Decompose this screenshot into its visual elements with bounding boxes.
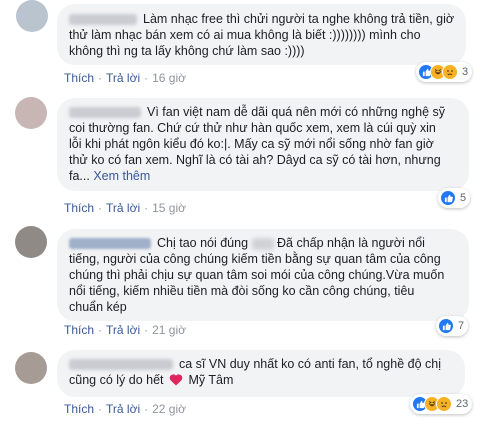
comment-text-line: ca sĩ VN duy nhất ko có anti fan, tổ ngh… — [179, 357, 441, 371]
comment-actions: Thích · Trả lời · 15 giờ — [64, 201, 186, 215]
reply-button[interactable]: Trả lời — [106, 402, 140, 416]
comment-author[interactable] — [69, 14, 137, 26]
comment-bubble: Vì fan việt nam dễ dãi quá nên mới có nh… — [57, 98, 469, 191]
comment-author[interactable] — [69, 238, 151, 250]
reply-button[interactable]: Trả lời — [106, 71, 140, 85]
reaction-summary[interactable]: 7 — [436, 316, 469, 336]
like-icon — [438, 318, 454, 334]
comment-actions: Thích · Trả lời · 21 giờ — [64, 323, 186, 337]
sad-icon — [436, 396, 452, 412]
comment-text-line: chúng thì phải chịu sự quan tâm soi mói … — [69, 268, 445, 282]
avatar[interactable] — [15, 226, 47, 258]
comment-text-line: chuẩn kép — [69, 300, 127, 314]
like-icon — [440, 190, 456, 206]
comment-text-line: fa... — [69, 169, 90, 183]
like-button[interactable]: Thích — [64, 201, 94, 215]
comment-author[interactable] — [69, 359, 173, 371]
reaction-summary[interactable]: 23 — [410, 394, 473, 414]
reaction-count: 7 — [458, 320, 465, 332]
redacted-word — [251, 237, 274, 250]
like-button[interactable]: Thích — [64, 71, 94, 85]
reaction-count: 23 — [456, 398, 469, 410]
comment-text-line: Chị tao nói đúng — [157, 236, 249, 250]
timestamp[interactable]: 21 giờ — [152, 323, 186, 337]
comment-text-line: coi thường fan. Chứ cứ thử như hàn quốc … — [69, 121, 436, 135]
see-more-link[interactable]: Xem thêm — [93, 169, 150, 183]
comment-author[interactable] — [69, 107, 141, 119]
avatar[interactable] — [15, 97, 47, 129]
comment-bubble: Làm nhạc free thì chửi người ta nghe khô… — [57, 4, 466, 65]
comment-actions: Thích · Trả lời · 22 giờ — [64, 402, 186, 416]
timestamp[interactable]: 16 giờ — [152, 71, 186, 85]
comment-text-line: nổi tiếng, kiếm nhiều tiền mà đòi sống k… — [69, 284, 415, 298]
reaction-summary[interactable]: 3 — [416, 62, 473, 82]
comment-text-line: tiếng, người của công chúng kiếm tiền bằ… — [69, 252, 441, 266]
comment-bubble: ca sĩ VN duy nhất ko có anti fan, tổ ngh… — [57, 350, 465, 397]
heart-icon — [169, 374, 183, 386]
avatar[interactable] — [15, 352, 47, 384]
comment-text-line: Mỹ Tâm — [188, 373, 234, 387]
reaction-count: 3 — [462, 66, 469, 78]
comment-text-line: Vì fan việt nam dễ dãi quá nên mới có nh… — [147, 105, 445, 119]
like-button[interactable]: Thích — [64, 402, 94, 416]
comment-text-line: cũng có lý do hết — [69, 373, 164, 387]
avatar[interactable] — [16, 0, 48, 32]
comment-text-line: thử ko có fan xem. Nghĩ là có tài ah? Dâ… — [69, 153, 441, 167]
reaction-count: 5 — [460, 192, 467, 204]
like-button[interactable]: Thích — [64, 323, 94, 337]
comment-text-line: Làm nhạc free thì chửi người ta nghe khô… — [143, 12, 455, 26]
comment-bubble: Chị tao nói đúng Đã chấp nhận là người n… — [57, 229, 469, 321]
comment-actions: Thích · Trả lời · 16 giờ — [64, 71, 186, 85]
reply-button[interactable]: Trả lời — [106, 201, 140, 215]
timestamp[interactable]: 15 giờ — [152, 201, 186, 215]
comment-text-line: không thì ng ta lấy không chứ làm sao :)… — [69, 44, 305, 58]
reply-button[interactable]: Trả lời — [106, 323, 140, 337]
comment-text-line: thử làm nhạc bán xem có ai mua không là … — [69, 28, 421, 42]
comment-text-line: Đã chấp nhận là người nổi — [277, 236, 425, 250]
sad-icon — [442, 64, 458, 80]
comment-text-line: lỗi khi phát ngôn kiểu đó ko:|. Mấy ca s… — [69, 137, 434, 151]
reaction-summary[interactable]: 5 — [438, 188, 471, 208]
timestamp[interactable]: 22 giờ — [152, 402, 186, 416]
